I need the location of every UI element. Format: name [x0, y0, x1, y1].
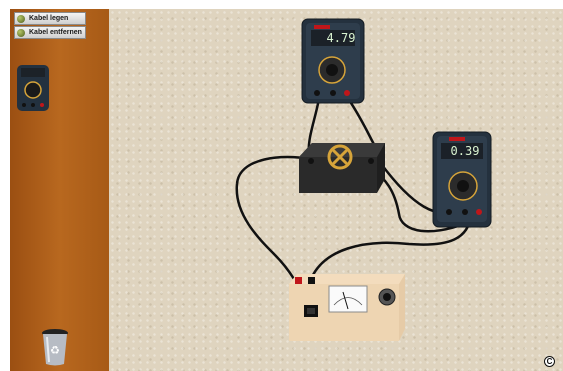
lay-cable-button[interactable]: Kabel legen — [14, 12, 86, 25]
negative-terminal — [308, 277, 315, 284]
lay-cable-label: Kabel legen — [29, 15, 69, 22]
tool-sidebar: Kabel legen Kabel entfernen ♻ — [10, 9, 109, 371]
circuit-scene: 4.79 0.39 — [235, 18, 492, 341]
positive-terminal — [295, 277, 302, 284]
workspace-area[interactable]: 4.79 0.39 — [109, 9, 563, 371]
top-meter-reading: 4.79 — [327, 31, 356, 45]
multimeter-right[interactable]: 0.39 — [432, 131, 492, 228]
remove-cable-button[interactable]: Kabel entfernen — [14, 26, 86, 39]
component-box[interactable] — [299, 143, 385, 193]
svg-text:♻: ♻ — [50, 344, 60, 357]
green-dot-icon — [17, 14, 25, 23]
multimeter-top[interactable]: 4.79 — [301, 18, 365, 104]
simulation-stage: Kabel legen Kabel entfernen ♻ 4.79 0.39 … — [10, 9, 563, 371]
cable — [235, 155, 311, 281]
copyright-icon: C — [544, 356, 555, 367]
multimeter-palette-icon[interactable] — [16, 64, 50, 112]
power-supply[interactable] — [289, 274, 405, 341]
right-meter-reading: 0.39 — [451, 144, 480, 158]
remove-cable-label: Kabel entfernen — [29, 29, 82, 36]
trash-bin-icon[interactable]: ♻ — [40, 327, 70, 367]
green-dot-icon — [17, 28, 25, 37]
